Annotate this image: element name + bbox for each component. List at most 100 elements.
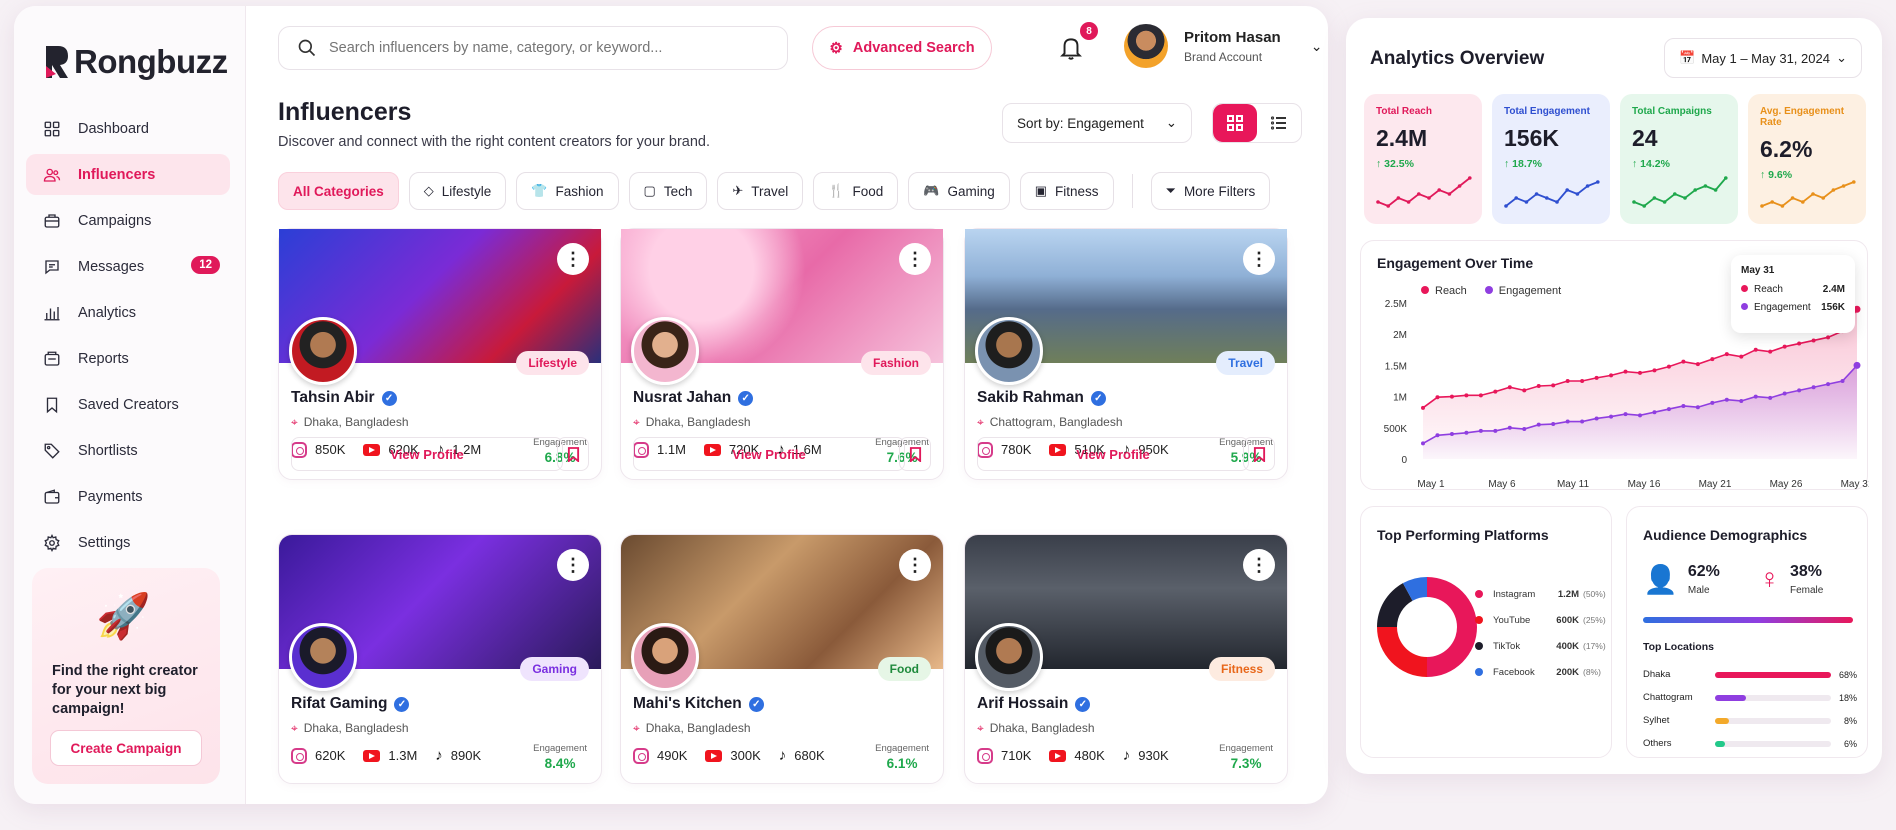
influencer-card-mahi-s-kitchen[interactable]: ⋮ Food Mahi's Kitchen ✓ ⌖ Dhaka, Bangladesh 49… [620,534,944,784]
data-point[interactable] [1565,419,1570,424]
sidebar-item-dashboard[interactable]: Dashboard [26,108,230,149]
data-point[interactable] [1666,364,1671,369]
data-point[interactable] [1724,352,1729,357]
influencer-name[interactable]: Arif Hossain ✓ [977,695,1091,713]
data-point[interactable] [1580,419,1585,424]
filter-chip-lifestyle[interactable]: ◇ Lifestyle [408,172,507,210]
influencer-card-nusrat-jahan[interactable]: ⋮ Fashion Nusrat Jahan ✓ ⌖ Dhaka, Bangladesh 1… [620,228,944,480]
data-point[interactable] [1609,373,1614,378]
bookmark-button[interactable] [1243,437,1275,471]
data-point[interactable] [1710,400,1715,405]
data-point[interactable] [1609,414,1614,419]
search-bar[interactable] [278,26,788,70]
kpi-total-campaigns[interactable]: Total Campaigns 24 ↑ 14.2% [1620,94,1738,224]
data-point[interactable] [1421,405,1425,410]
influencer-card-sakib-rahman[interactable]: ⋮ Travel Sakib Rahman ✓ ⌖ Chattogram, Banglad… [964,228,1288,480]
data-point[interactable] [1826,335,1831,340]
data-point[interactable] [1840,379,1845,383]
data-point[interactable] [1464,430,1469,435]
data-point[interactable] [1666,407,1671,412]
kpi-total-reach[interactable]: Total Reach 2.4M ↑ 32.5% [1364,94,1482,224]
influencer-name[interactable]: Sakib Rahman ✓ [977,389,1106,407]
data-point[interactable] [1551,383,1556,388]
more-options-icon[interactable]: ⋮ [1243,549,1275,581]
data-point[interactable] [1753,394,1758,399]
data-point[interactable] [1739,354,1744,359]
sidebar-item-influencers[interactable]: Influencers [26,154,230,195]
influencer-card-tahsin-abir[interactable]: ⋮ Lifestyle Tahsin Abir ✓ ⌖ Dhaka, Bangladesh… [278,228,602,480]
search-input[interactable] [329,40,749,56]
data-point[interactable] [1638,370,1642,375]
data-point[interactable] [1695,362,1700,367]
data-point[interactable] [1478,428,1483,433]
donut-slice[interactable] [1377,627,1427,677]
data-point[interactable] [1536,422,1541,427]
logo[interactable]: Rongbuzz [42,42,228,82]
filter-chip-travel[interactable]: ✈ Travel [717,172,804,210]
data-point[interactable] [1681,403,1686,408]
data-point[interactable] [1768,395,1773,400]
data-point[interactable] [1797,341,1802,346]
data-point[interactable] [1536,383,1541,388]
filter-chip-all-categories[interactable]: All Categories [278,172,399,210]
data-point[interactable] [1753,347,1758,352]
influencer-name[interactable]: Mahi's Kitchen ✓ [633,695,764,713]
more-options-icon[interactable]: ⋮ [899,549,931,581]
influencer-name[interactable]: Tahsin Abir ✓ [291,389,397,407]
data-point[interactable] [1580,379,1585,383]
data-point[interactable] [1421,441,1425,446]
data-point[interactable] [1681,359,1686,364]
date-range-picker[interactable]: 📅 May 1 – May 31, 2024 ⌄ [1664,38,1862,78]
data-point[interactable] [1565,379,1570,383]
create-campaign-button[interactable]: Create Campaign [50,730,202,766]
data-point[interactable] [1435,433,1440,438]
data-point[interactable] [1768,349,1773,354]
user-menu[interactable]: Pritom Hasan Brand Account ⌄ [1124,24,1322,68]
data-point[interactable] [1826,382,1831,387]
influencer-name[interactable]: Nusrat Jahan ✓ [633,389,754,407]
data-point[interactable] [1739,398,1744,403]
data-point[interactable] [1449,394,1454,399]
data-point[interactable] [1449,432,1454,437]
kpi-total-engagement[interactable]: Total Engagement 156K ↑ 18.7% [1492,94,1610,224]
data-point[interactable] [1551,422,1556,427]
data-point[interactable] [1652,410,1657,415]
data-point[interactable] [1811,385,1816,390]
influencer-card-arif-hossain[interactable]: ⋮ Fitness Arif Hossain ✓ ⌖ Dhaka, Bangladesh 7… [964,534,1288,784]
filter-chip-tech[interactable]: ▢ Tech [628,172,708,210]
filter-chip-gaming[interactable]: 🎮 Gaming [908,172,1010,210]
filter-chip-fitness[interactable]: ▣ Fitness [1019,172,1114,210]
sidebar-item-payments[interactable]: Payments [26,476,230,517]
data-point[interactable] [1464,393,1469,398]
data-point[interactable] [1493,428,1498,433]
view-profile-button[interactable]: View Profile [633,437,905,471]
filter-chip-food[interactable]: 🍴 Food [813,172,899,210]
data-point[interactable] [1782,391,1787,396]
view-profile-button[interactable]: View Profile [291,437,563,471]
sidebar-item-saved-creators[interactable]: Saved Creators [26,384,230,425]
sidebar-item-messages[interactable]: Messages 12 [26,246,230,287]
more-options-icon[interactable]: ⋮ [557,549,589,581]
sidebar-item-analytics[interactable]: Analytics [26,292,230,333]
data-point[interactable] [1594,375,1599,380]
grid-view-button[interactable] [1213,104,1257,142]
more-filters-button[interactable]: ⏷ More Filters [1150,172,1271,210]
data-point[interactable] [1507,425,1512,430]
data-point[interactable] [1797,388,1802,393]
view-profile-button[interactable]: View Profile [977,437,1249,471]
data-point[interactable] [1724,397,1729,402]
sidebar-item-shortlists[interactable]: Shortlists [26,430,230,471]
more-options-icon[interactable]: ⋮ [557,243,589,275]
sort-dropdown[interactable]: Sort by: Engagement ⌄ [1002,103,1192,143]
donut-slice[interactable] [1427,577,1477,677]
data-point[interactable] [1478,393,1483,398]
more-options-icon[interactable]: ⋮ [899,243,931,275]
bookmark-button[interactable] [557,437,589,471]
data-point[interactable] [1710,357,1715,362]
data-point[interactable] [1435,395,1440,400]
sidebar-item-reports[interactable]: Reports [26,338,230,379]
more-options-icon[interactable]: ⋮ [1243,243,1275,275]
data-point[interactable] [1638,413,1642,418]
data-point[interactable] [1811,338,1816,343]
data-point[interactable] [1695,405,1700,410]
